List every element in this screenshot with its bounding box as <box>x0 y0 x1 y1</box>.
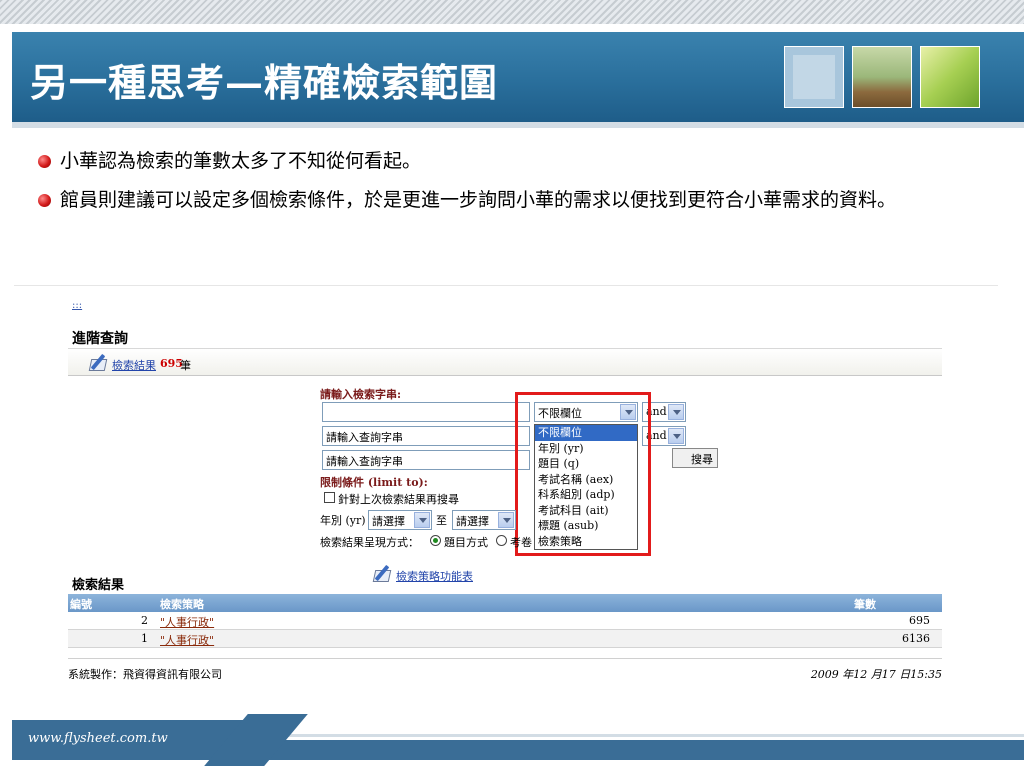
header-no: 編號 <box>70 598 92 611</box>
search-button[interactable]: 搜尋 <box>672 448 718 468</box>
bullet-item: 館員則建議可以設定多個檢索條件，於是更進一步詢問小華的需求以便找到更符合小華需求… <box>36 185 996 216</box>
query-input-1[interactable] <box>322 402 530 422</box>
pen-paper-icon <box>88 353 112 373</box>
chevron-down-icon[interactable] <box>668 404 684 420</box>
result-bar: 檢索結果 695 筆 <box>68 348 942 376</box>
strategy-function-link[interactable]: 檢索策略功能表 <box>396 568 473 584</box>
bullet-item: 小華認為檢索的筆數太多了不知從何看起。 <box>36 146 996 177</box>
row-strategy-link[interactable]: "人事行政" <box>160 616 214 629</box>
display-mode-radio-title-label: 題目方式 <box>444 536 488 549</box>
year-from-select[interactable]: 請選擇 <box>368 510 432 530</box>
bullet-text: 小華認為檢索的筆數太多了不知從何看起。 <box>60 150 422 172</box>
result-unit: 筆 <box>180 359 191 372</box>
table-row: 1 "人事行政" 6136 <box>68 630 942 648</box>
year-to-word: 至 <box>436 514 447 527</box>
result-link[interactable]: 檢索結果 <box>112 357 156 373</box>
slide-title: 另一種思考—精確檢索範圍 <box>30 60 499 105</box>
chevron-down-icon[interactable] <box>414 512 430 528</box>
footer-divider <box>68 658 942 659</box>
display-mode-radio-title[interactable] <box>430 535 441 546</box>
row-count: 695 <box>909 614 930 627</box>
bullet-dot-icon <box>38 155 51 168</box>
refine-checkbox-label: 針對上次檢索結果再搜尋 <box>338 493 459 506</box>
chevron-down-icon[interactable] <box>668 428 684 444</box>
bullet-text: 館員則建議可以設定多個檢索條件，於是更進一步詢問小華的需求以便找到更符合小華需求… <box>60 189 897 211</box>
search-page-screenshot: ::: 進階查詢 檢索結果 695 筆 請輸入檢索字串: 請輸入查詢字串 請輸入… <box>68 296 942 686</box>
query-input-3[interactable]: 請輸入查詢字串 <box>322 450 530 470</box>
timestamp: 2009 年12 月17 日15:35 <box>810 668 942 681</box>
limit-label: 限制條件 (limit to): <box>320 476 428 489</box>
page-heading: 進階查詢 <box>72 331 128 347</box>
row-no: 1 <box>141 632 148 645</box>
system-credit: 系統製作：飛資得資訊有限公司 <box>68 668 222 681</box>
decor-photo-sprout <box>852 46 912 108</box>
query-input-2[interactable]: 請輸入查詢字串 <box>322 426 530 446</box>
display-mode-label: 檢索結果呈現方式： <box>320 536 419 549</box>
year-to-select[interactable]: 請選擇 <box>452 510 516 530</box>
refine-checkbox[interactable] <box>324 492 335 503</box>
year-label: 年別 (yr) <box>320 514 366 527</box>
results-table: 編號 檢索策略 筆數 2 "人事行政" 695 1 "人事行政" 6136 <box>68 594 942 648</box>
row-strategy-link[interactable]: "人事行政" <box>160 634 214 647</box>
bullet-dot-icon <box>38 194 51 207</box>
pen-paper-icon <box>372 564 396 584</box>
decor-photo-leaf <box>920 46 980 108</box>
chevron-down-icon[interactable] <box>498 512 514 528</box>
query-label: 請輸入檢索字串: <box>320 388 402 401</box>
top-decorative-hatch <box>0 0 1024 24</box>
bullet-list: 小華認為檢索的筆數太多了不知從何看起。 館員則建議可以設定多個檢索條件，於是更進… <box>36 146 996 224</box>
highlight-frame <box>515 392 651 556</box>
decor-photo-sky <box>784 46 844 108</box>
table-row: 2 "人事行政" 695 <box>68 612 942 630</box>
content-divider <box>14 285 998 286</box>
skip-link[interactable]: ::: <box>72 300 82 311</box>
results-table-header: 編號 檢索策略 筆數 <box>68 594 942 612</box>
title-bar-strip <box>12 122 1024 128</box>
footer-url: www.flysheet.com.tw <box>28 731 168 746</box>
header-count: 筆數 <box>854 598 876 611</box>
year-from-value: 請選擇 <box>372 515 405 528</box>
display-mode-radio-paper[interactable] <box>496 535 507 546</box>
row-count: 6136 <box>902 632 930 645</box>
display-mode-radio-paper-label: 考卷 <box>510 536 532 549</box>
header-strategy: 檢索策略 <box>160 598 204 611</box>
row-no: 2 <box>141 614 148 627</box>
results-title: 檢索結果 <box>72 578 125 593</box>
year-to-value: 請選擇 <box>456 515 489 528</box>
